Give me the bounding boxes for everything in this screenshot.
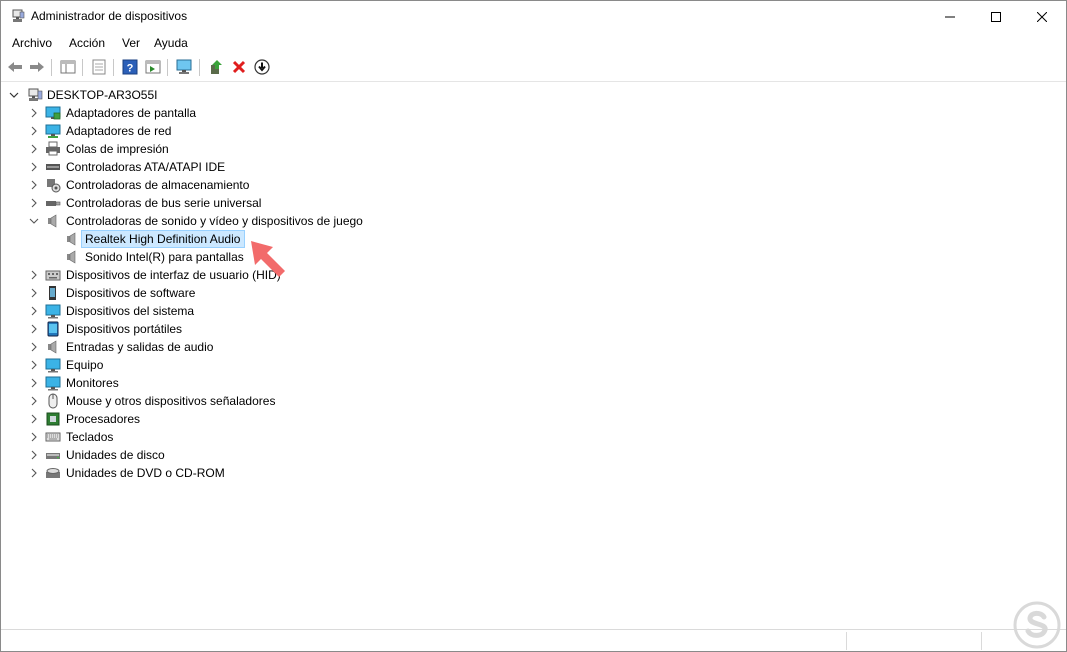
computer-tree-icon	[27, 87, 43, 103]
storage-controller-icon	[45, 177, 61, 193]
chevron-right-icon[interactable]	[29, 324, 39, 334]
properties-icon[interactable]	[90, 58, 108, 76]
minimize-icon	[945, 16, 955, 17]
speaker-icon	[45, 213, 61, 229]
window-title: Administrador de dispositivos	[31, 9, 188, 23]
chevron-right-icon[interactable]	[29, 378, 39, 388]
category-label: Mouse y otros dispositivos señaladores	[66, 394, 276, 408]
category-label: Entradas y salidas de audio	[66, 340, 214, 354]
chevron-right-icon[interactable]	[29, 342, 39, 352]
chevron-right-icon[interactable]	[29, 432, 39, 442]
chevron-right-icon[interactable]	[29, 108, 39, 118]
speaker-icon	[64, 231, 80, 247]
chevron-right-icon[interactable]	[29, 180, 39, 190]
chevron-right-icon[interactable]	[29, 162, 39, 172]
chevron-right-icon[interactable]	[29, 198, 39, 208]
category-label: Monitores	[66, 376, 119, 390]
scan-hardware-icon[interactable]	[175, 58, 193, 76]
hid-icon	[45, 267, 61, 283]
category-label: Equipo	[66, 358, 104, 372]
category-label: Adaptadores de pantalla	[66, 106, 197, 120]
disable-icon[interactable]	[253, 58, 271, 76]
category-label: Controladoras ATA/ATAPI IDE	[66, 160, 226, 174]
chevron-right-icon[interactable]	[29, 468, 39, 478]
maximize-button[interactable]	[973, 1, 1019, 32]
usb-controller-icon	[45, 195, 61, 211]
system-device-icon	[45, 303, 61, 319]
update-driver-icon[interactable]	[207, 58, 225, 76]
network-adapter-icon	[45, 123, 61, 139]
title-bar[interactable]: Administrador de dispositivos	[1, 1, 1066, 32]
category-label: Teclados	[66, 430, 114, 444]
root-label: DESKTOP-AR3O55I	[47, 88, 158, 102]
minimize-button[interactable]	[927, 1, 973, 32]
printer-icon	[45, 141, 61, 157]
mouse-icon	[45, 393, 61, 409]
device-label: Sonido Intel(R) para pantallas	[85, 250, 244, 264]
device-manager-app-icon	[11, 9, 25, 23]
action-pane-icon[interactable]	[144, 58, 162, 76]
chevron-right-icon[interactable]	[29, 126, 39, 136]
close-button[interactable]	[1019, 1, 1065, 32]
expand-arrow-icon[interactable]	[9, 90, 19, 100]
chevron-right-icon[interactable]	[29, 288, 39, 298]
portable-device-icon	[45, 321, 61, 337]
close-icon	[1037, 11, 1047, 22]
category-label: Dispositivos de software	[66, 286, 196, 300]
dvd-drive-icon	[45, 465, 61, 481]
chevron-right-icon[interactable]	[29, 414, 39, 424]
chevron-right-icon[interactable]	[29, 396, 39, 406]
processor-icon	[45, 411, 61, 427]
back-icon[interactable]	[6, 58, 24, 76]
category-label: Controladoras de bus serie universal	[66, 196, 262, 210]
pointer-arrow-icon	[251, 241, 285, 277]
console-tree-icon[interactable]	[59, 58, 77, 76]
display-adapter-icon	[45, 105, 61, 121]
menu-ver[interactable]: Ver	[122, 36, 140, 50]
menu-ayuda[interactable]: Ayuda	[154, 36, 188, 50]
expand-arrow-icon[interactable]	[29, 216, 39, 226]
category-label: Unidades de disco	[66, 448, 165, 462]
computer-icon	[45, 357, 61, 373]
menu-accion[interactable]: Acción	[69, 36, 105, 50]
software-device-icon	[45, 285, 61, 301]
chevron-right-icon[interactable]	[29, 270, 39, 280]
category-label: Colas de impresión	[66, 142, 169, 156]
category-label: Procesadores	[66, 412, 141, 426]
speaker-icon	[64, 249, 80, 265]
uninstall-icon[interactable]	[230, 58, 248, 76]
device-tree: DESKTOP-AR3O55I Adaptadores de pantalla …	[1, 84, 1066, 624]
status-bar	[1, 629, 1066, 651]
chevron-right-icon[interactable]	[29, 450, 39, 460]
watermark-logo-icon	[1013, 601, 1061, 649]
keyboard-icon	[45, 429, 61, 445]
category-label: Dispositivos portátiles	[66, 322, 183, 336]
category-label: Dispositivos del sistema	[66, 304, 195, 318]
device-manager-window: Administrador de dispositivos Archivo Ac…	[0, 0, 1067, 652]
category-label: Controladoras de sonido y vídeo y dispos…	[66, 214, 363, 228]
chevron-right-icon[interactable]	[29, 360, 39, 370]
menu-archivo[interactable]: Archivo	[12, 36, 52, 50]
svg-text:?: ?	[127, 63, 134, 75]
chevron-right-icon[interactable]	[29, 144, 39, 154]
toolbar: ?	[1, 55, 1066, 82]
forward-icon[interactable]	[28, 58, 46, 76]
monitor-icon	[45, 375, 61, 391]
category-label: Unidades de DVD o CD-ROM	[66, 466, 225, 480]
device-label: Realtek High Definition Audio	[85, 232, 241, 246]
menu-bar: Archivo Acción Ver Ayuda	[1, 33, 1066, 53]
maximize-icon	[991, 11, 1001, 22]
chevron-right-icon[interactable]	[29, 306, 39, 316]
speaker-icon	[45, 339, 61, 355]
ide-controller-icon	[45, 159, 61, 175]
help-icon[interactable]: ?	[121, 58, 139, 76]
disk-drive-icon	[45, 447, 61, 463]
category-label: Adaptadores de red	[66, 124, 172, 138]
category-label: Controladoras de almacenamiento	[66, 178, 250, 192]
